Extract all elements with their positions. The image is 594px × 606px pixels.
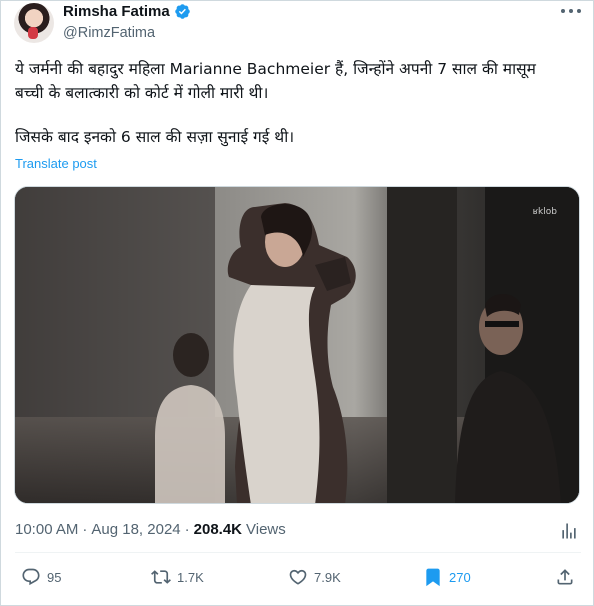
reply-icon [22, 568, 40, 586]
action-bar: 95 1.7K 7.9K 270 [1, 567, 594, 593]
verified-badge-icon [174, 4, 190, 19]
post-meta: 10:00 AM · Aug 18, 2024 · 208.4K Views [15, 521, 286, 538]
share-button[interactable] [555, 567, 575, 587]
author-handle[interactable]: @RimzFatima [63, 25, 155, 41]
reply-button[interactable]: 95 [21, 567, 61, 587]
reply-count: 95 [47, 569, 62, 585]
share-icon [557, 569, 573, 585]
bookmark-count: 270 [449, 569, 471, 585]
author-display-name[interactable]: Rimsha Fatima [63, 3, 170, 20]
repost-count: 1.7K [177, 569, 204, 585]
meta-separator: · [82, 521, 88, 538]
video-frame-image [15, 187, 579, 503]
post-text-line: जिसके बाद इनको 6 साल की सज़ा सुनाई गई थी… [15, 128, 295, 146]
post-text-line: ये जर्मनी की बहादुर महिला Marianne Bachm… [15, 60, 536, 78]
video-watermark: ʁklob [532, 207, 557, 217]
bookmark-icon [426, 568, 440, 587]
repost-icon [151, 570, 171, 584]
post-time[interactable]: 10:00 AM [15, 521, 78, 538]
views-label: Views [246, 521, 286, 538]
avatar[interactable] [14, 3, 54, 43]
post-card: Rimsha Fatima @RimzFatima ये जर्मनी की ब… [0, 0, 594, 606]
like-button[interactable]: 7.9K [288, 567, 341, 587]
post-date[interactable]: Aug 18, 2024 [91, 521, 180, 538]
author-name-row: Rimsha Fatima [63, 3, 191, 20]
more-icon[interactable] [561, 7, 581, 15]
views-count: 208.4K [193, 521, 243, 538]
post-video[interactable]: ʁklob [14, 186, 580, 504]
meta-separator: · [184, 521, 190, 538]
post-text: ये जर्मनी की बहादुर महिला Marianne Bachm… [15, 57, 581, 149]
repost-button[interactable]: 1.7K [151, 567, 204, 587]
bookmark-button[interactable]: 270 [423, 567, 471, 587]
actions-divider [15, 552, 581, 553]
post-text-line: बच्ची के बलात्कारी को कोर्ट में गोली मार… [15, 84, 269, 102]
like-count: 7.9K [314, 569, 341, 585]
analytics-icon[interactable] [559, 521, 579, 541]
like-icon [289, 569, 307, 585]
translate-post-link[interactable]: Translate post [15, 156, 97, 171]
